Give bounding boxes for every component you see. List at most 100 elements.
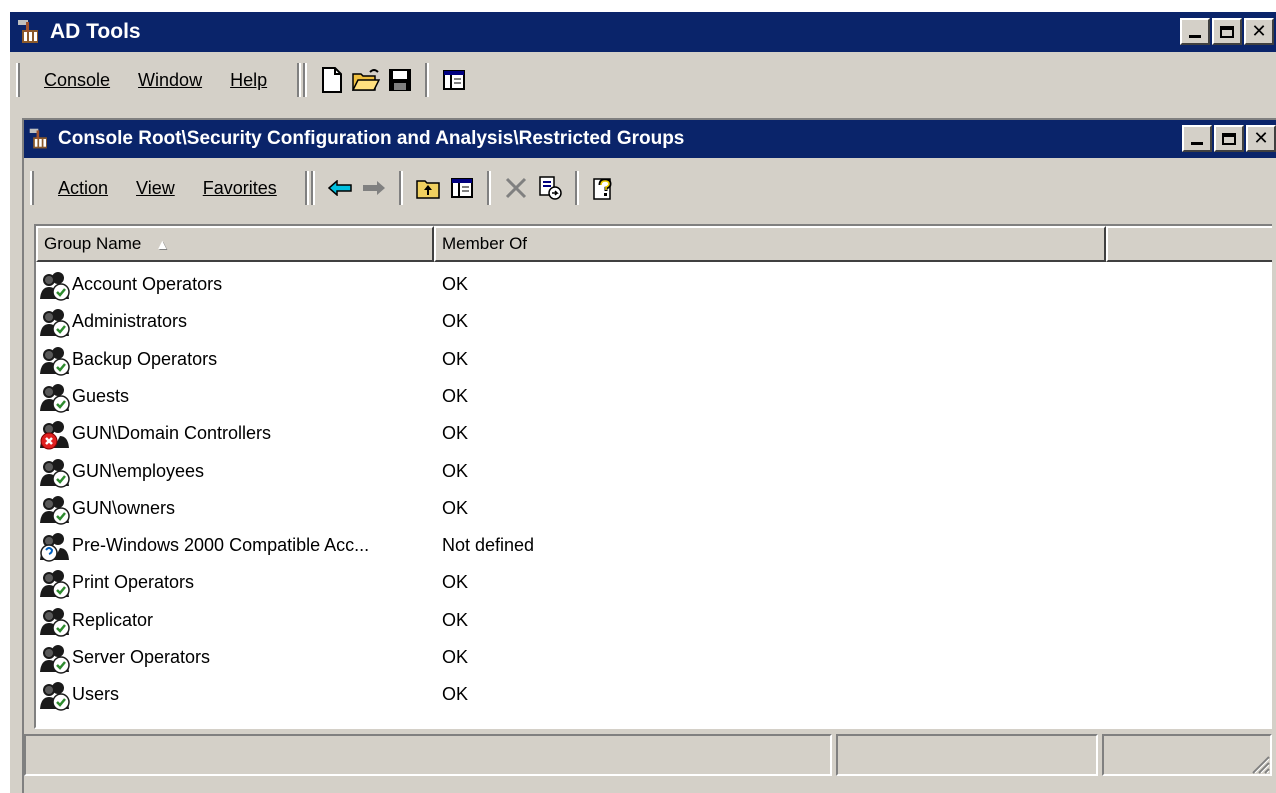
save-button[interactable] bbox=[383, 64, 417, 96]
delete-icon bbox=[505, 177, 526, 199]
member-of-status: OK bbox=[442, 609, 469, 630]
status-pane-2 bbox=[836, 734, 1098, 776]
close-icon: ✕ bbox=[1253, 127, 1269, 149]
group-undefined-icon bbox=[40, 533, 69, 562]
member-of-status: OK bbox=[442, 423, 469, 444]
show-hide-tree-button[interactable] bbox=[437, 64, 471, 96]
back-button[interactable] bbox=[323, 172, 357, 204]
menu-console[interactable]: Console bbox=[30, 70, 124, 91]
member-of-status: OK bbox=[442, 385, 469, 406]
child-window-title: Console Root\Security Configuration and … bbox=[58, 128, 685, 149]
member-of-status: OK bbox=[442, 348, 469, 369]
table-row[interactable]: Server Operators OK bbox=[36, 639, 1272, 676]
group-ok-icon bbox=[40, 346, 70, 376]
group-name: Guests bbox=[72, 385, 130, 406]
menu-favorites[interactable]: Favorites bbox=[189, 178, 291, 199]
table-row[interactable]: Administrators OK bbox=[36, 303, 1272, 340]
group-error-icon bbox=[40, 421, 69, 450]
group-name: GUN\Domain Controllers bbox=[72, 423, 272, 444]
status-pane-main bbox=[24, 734, 832, 776]
column-header-member-of[interactable]: Member Of bbox=[434, 226, 1106, 262]
group-ok-icon bbox=[40, 458, 70, 488]
member-of-status: OK bbox=[442, 311, 469, 332]
toolbar-separator bbox=[425, 63, 430, 97]
up-one-level-button[interactable] bbox=[411, 172, 445, 204]
show-hide-tree-icon bbox=[443, 70, 466, 90]
forward-button[interactable] bbox=[357, 172, 391, 204]
maximize-icon bbox=[1220, 25, 1234, 38]
group-ok-icon bbox=[40, 383, 70, 413]
child-maximize-button[interactable] bbox=[1214, 125, 1244, 152]
menu-view[interactable]: View bbox=[122, 178, 189, 199]
new-button[interactable] bbox=[315, 64, 349, 96]
forward-arrow-icon bbox=[362, 181, 385, 195]
show-hide-tree-button-2[interactable] bbox=[445, 172, 479, 204]
group-name: Administrators bbox=[72, 311, 188, 332]
child-close-button[interactable]: ✕ bbox=[1246, 125, 1276, 152]
member-of-status: Not defined bbox=[442, 535, 535, 556]
app-icon bbox=[16, 18, 44, 46]
member-of-status: OK bbox=[442, 647, 469, 667]
minimize-button[interactable] bbox=[1180, 18, 1210, 45]
group-name: Server Operators bbox=[72, 647, 211, 667]
close-button[interactable]: ✕ bbox=[1244, 18, 1274, 45]
child-menu-bar: Action View Favorites bbox=[24, 162, 1276, 214]
group-ok-icon bbox=[40, 495, 70, 525]
menu-help[interactable]: Help bbox=[216, 70, 281, 91]
column-header-empty[interactable] bbox=[1106, 226, 1272, 262]
save-icon bbox=[389, 69, 412, 91]
group-ok-icon bbox=[40, 607, 70, 637]
table-row[interactable]: GUN\Domain Controllers OK bbox=[36, 415, 1272, 452]
menu-window[interactable]: Window bbox=[124, 70, 216, 91]
toolbar-separator bbox=[303, 63, 308, 97]
resize-grip-icon[interactable] bbox=[1248, 752, 1270, 774]
member-of-status: OK bbox=[442, 572, 469, 593]
help-button[interactable] bbox=[587, 172, 621, 204]
export-list-icon bbox=[539, 176, 562, 200]
child-minimize-button[interactable] bbox=[1182, 125, 1212, 152]
menu-action[interactable]: Action bbox=[44, 178, 122, 199]
group-ok-icon bbox=[40, 309, 70, 339]
group-ok-icon bbox=[40, 570, 70, 600]
group-ok-icon bbox=[40, 645, 70, 674]
table-row[interactable]: Pre-Windows 2000 Compatible Acc... Not de… bbox=[36, 527, 1272, 564]
toolbar-separator bbox=[398, 171, 403, 205]
group-name: Print Operators bbox=[72, 572, 195, 593]
table-row[interactable]: Account Operators OK bbox=[36, 266, 1272, 303]
main-title-bar[interactable]: AD Tools ✕ bbox=[10, 12, 1276, 52]
back-arrow-icon bbox=[327, 180, 352, 196]
toolbar-separator bbox=[297, 63, 302, 97]
group-ok-icon bbox=[40, 272, 70, 301]
maximize-button[interactable] bbox=[1212, 18, 1242, 45]
member-of-status: OK bbox=[442, 497, 469, 518]
child-title-bar[interactable]: Console Root\Security Configuration and … bbox=[24, 120, 1276, 158]
table-row[interactable]: GUN\owners OK bbox=[36, 490, 1272, 527]
table-row[interactable]: Users OK bbox=[36, 676, 1272, 713]
toolbar-grip[interactable] bbox=[30, 171, 34, 205]
toolbar-grip[interactable] bbox=[16, 63, 20, 97]
table-row[interactable]: Print Operators OK bbox=[36, 564, 1272, 601]
group-list-view[interactable]: Group Name ▲ Member Of Account Operators… bbox=[34, 224, 1272, 729]
group-ok-icon bbox=[40, 682, 70, 712]
main-menu-bar: Console Window Help bbox=[10, 56, 1276, 104]
new-icon bbox=[322, 67, 343, 93]
main-window-title: AD Tools bbox=[50, 20, 141, 43]
toolbar-separator bbox=[486, 171, 491, 205]
table-row[interactable]: GUN\employees OK bbox=[36, 453, 1272, 490]
group-name: GUN\employees bbox=[72, 460, 205, 481]
group-name: Users bbox=[72, 684, 120, 705]
table-row[interactable]: Backup Operators OK bbox=[36, 341, 1272, 378]
toolbar-separator bbox=[310, 171, 315, 205]
up-folder-icon bbox=[416, 180, 440, 199]
table-row[interactable]: Replicator OK bbox=[36, 602, 1272, 639]
delete-button[interactable] bbox=[499, 172, 533, 204]
table-row[interactable]: Guests OK bbox=[36, 378, 1272, 415]
help-icon bbox=[593, 178, 612, 200]
member-of-status: OK bbox=[442, 684, 469, 705]
minimize-icon bbox=[1189, 35, 1201, 38]
open-button[interactable] bbox=[349, 64, 383, 96]
column-header-group-name[interactable]: Group Name ▲ bbox=[36, 226, 434, 262]
child-app-icon bbox=[28, 127, 52, 151]
export-list-button[interactable] bbox=[533, 172, 567, 204]
group-name: Backup Operators bbox=[72, 348, 218, 369]
